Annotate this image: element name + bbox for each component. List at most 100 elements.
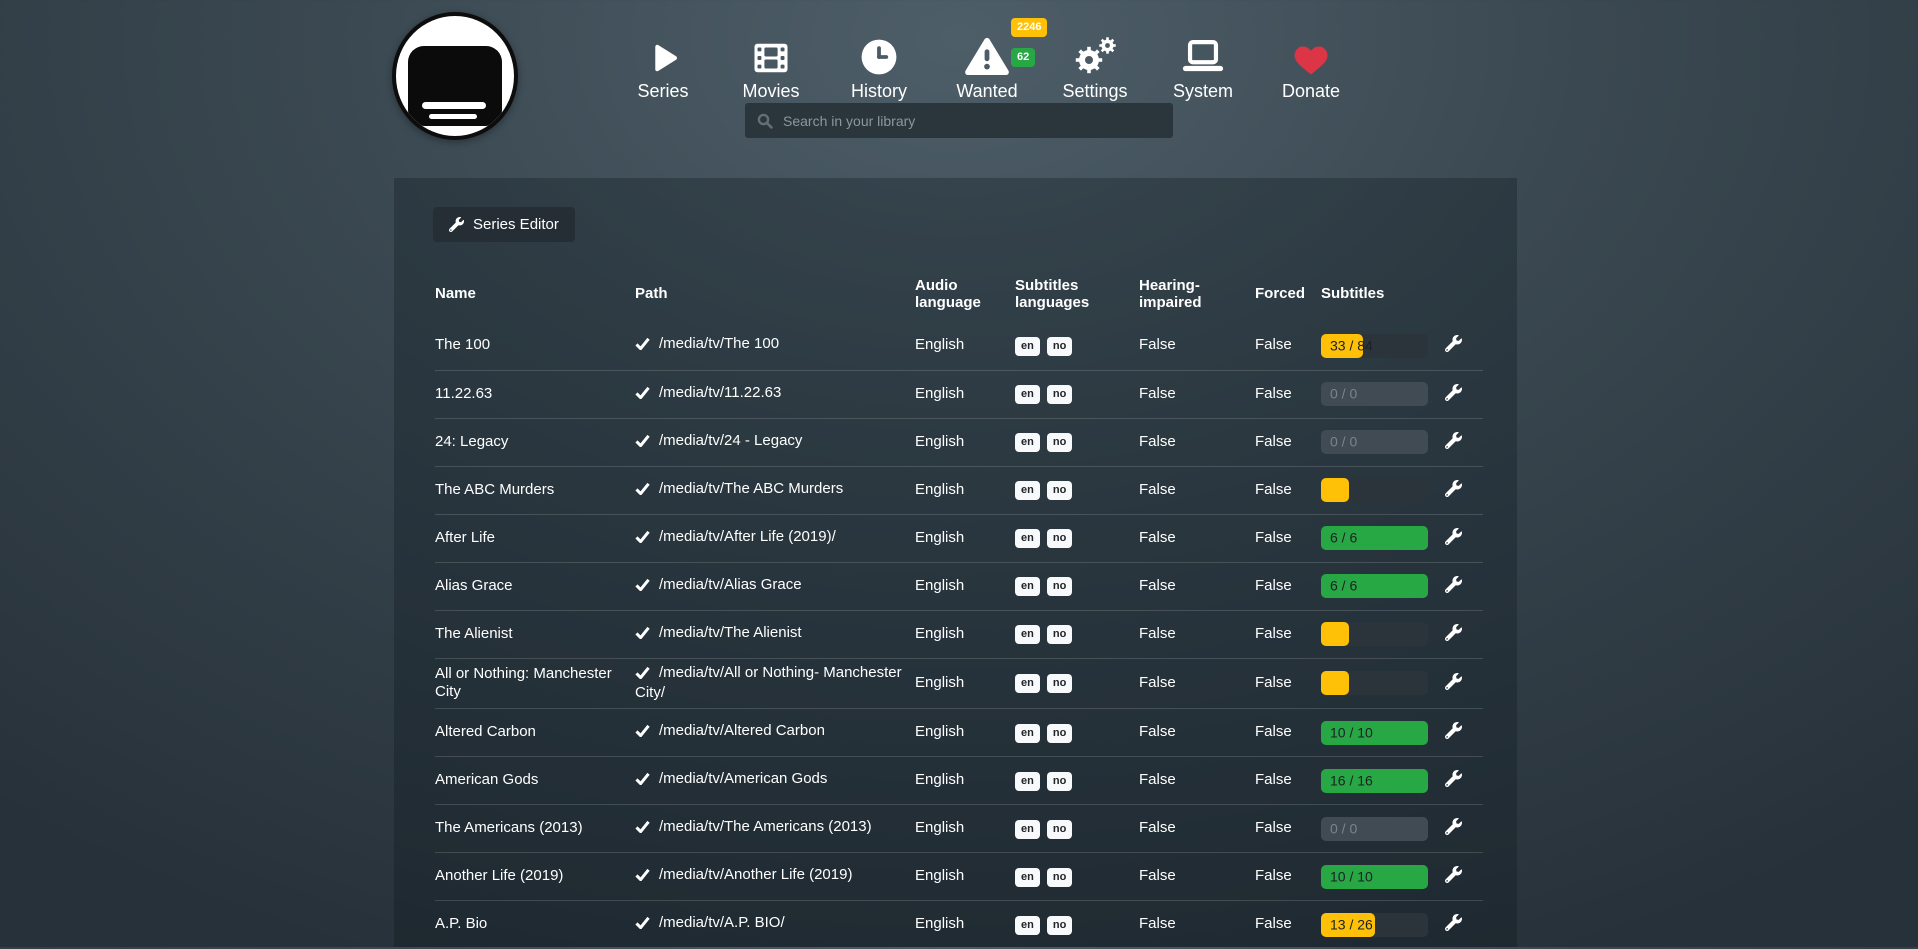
subtitle-language-badge[interactable]: no xyxy=(1047,625,1072,644)
logo-tv-icon xyxy=(408,46,502,126)
nav-item-wanted[interactable]: 2246 62 Wanted xyxy=(933,18,1041,100)
subtitle-language-badge[interactable]: en xyxy=(1015,820,1040,839)
edit-series-button[interactable] xyxy=(1443,333,1464,354)
nav-item-series[interactable]: Series xyxy=(609,18,717,100)
subtitle-language-badge[interactable]: en xyxy=(1015,385,1040,404)
subtitle-language-badge[interactable]: no xyxy=(1047,481,1072,500)
subtitle-language-badge[interactable]: en xyxy=(1015,868,1040,887)
subtitle-language-badge[interactable]: en xyxy=(1015,916,1040,935)
heart-icon xyxy=(1293,32,1329,76)
series-path: /media/tv/24 - Legacy xyxy=(659,432,802,449)
subtitles-progress-fill xyxy=(1321,622,1349,646)
subtitle-language-badge[interactable]: no xyxy=(1047,674,1072,693)
edit-series-button[interactable] xyxy=(1443,382,1464,403)
nav-label: Wanted xyxy=(956,82,1017,100)
subtitle-language-badge[interactable]: en xyxy=(1015,577,1040,596)
table-row: A.P. Bio /media/tv/A.P. BIO/ English enn… xyxy=(435,901,1483,949)
wanted-movies-badge: 62 xyxy=(1011,48,1035,67)
subtitle-language-badge[interactable]: en xyxy=(1015,772,1040,791)
subtitle-language-badge[interactable]: no xyxy=(1047,433,1072,452)
subtitle-language-badge[interactable]: en xyxy=(1015,625,1040,644)
subtitle-language-badge[interactable]: no xyxy=(1047,337,1072,356)
edit-series-button[interactable] xyxy=(1443,526,1464,547)
table-row: The Alienist /media/tv/The Alienist Engl… xyxy=(435,610,1483,658)
hearing-impaired-value: False xyxy=(1139,610,1255,658)
edit-series-button[interactable] xyxy=(1443,671,1464,692)
subtitle-language-badge[interactable]: no xyxy=(1047,916,1072,935)
forced-value: False xyxy=(1255,514,1321,562)
series-name: After Life xyxy=(435,514,635,562)
series-name: 11.22.63 xyxy=(435,370,635,418)
main-nav: Series xyxy=(609,18,1365,100)
warning-icon xyxy=(965,32,1009,76)
subtitle-language-badge[interactable]: no xyxy=(1047,724,1072,743)
search-input[interactable] xyxy=(783,113,1161,129)
series-editor-panel: Series Editor Name Path Audio language S… xyxy=(394,178,1517,947)
subtitle-language-badge[interactable]: en xyxy=(1015,674,1040,693)
series-editor-label: Series Editor xyxy=(473,216,559,233)
series-name: The ABC Murders xyxy=(435,466,635,514)
nav-label: System xyxy=(1173,82,1233,100)
audio-language: English xyxy=(915,562,1015,610)
edit-series-button[interactable] xyxy=(1443,430,1464,451)
subtitles-progress-label: 10 / 10 xyxy=(1330,868,1373,886)
nav-label: History xyxy=(851,82,907,100)
audio-language: English xyxy=(915,709,1015,757)
hearing-impaired-value: False xyxy=(1139,562,1255,610)
edit-series-button[interactable] xyxy=(1443,720,1464,741)
subtitles-progress-label: 0 / 0 xyxy=(1330,433,1357,451)
forced-value: False xyxy=(1255,805,1321,853)
series-path: /media/tv/Alias Grace xyxy=(659,576,802,593)
series-name: Another Life (2019) xyxy=(435,853,635,901)
series-name: The Alienist xyxy=(435,610,635,658)
subtitle-language-badge[interactable]: en xyxy=(1015,337,1040,356)
table-row: 24: Legacy /media/tv/24 - Legacy English… xyxy=(435,418,1483,466)
subtitle-language-badge[interactable]: en xyxy=(1015,481,1040,500)
edit-series-button[interactable] xyxy=(1443,912,1464,933)
hearing-impaired-value: False xyxy=(1139,514,1255,562)
series-path: /media/tv/American Gods xyxy=(659,770,827,787)
subtitle-language-badge[interactable]: en xyxy=(1015,724,1040,743)
app-logo[interactable] xyxy=(392,12,518,140)
nav-item-movies[interactable]: Movies xyxy=(717,18,825,100)
edit-series-button[interactable] xyxy=(1443,816,1464,837)
edit-series-button[interactable] xyxy=(1443,864,1464,885)
audio-language: English xyxy=(915,466,1015,514)
audio-language: English xyxy=(915,658,1015,709)
film-icon xyxy=(752,32,790,76)
hearing-impaired-value: False xyxy=(1139,370,1255,418)
nav-item-system[interactable]: System xyxy=(1149,18,1257,100)
table-row: American Gods /media/tv/American Gods En… xyxy=(435,757,1483,805)
library-search xyxy=(745,103,1173,138)
series-editor-button[interactable]: Series Editor xyxy=(433,207,575,242)
subtitle-language-badge[interactable]: no xyxy=(1047,577,1072,596)
audio-language: English xyxy=(915,322,1015,370)
subtitle-language-badge[interactable]: no xyxy=(1047,385,1072,404)
check-icon xyxy=(635,626,650,645)
subtitle-language-badge[interactable]: en xyxy=(1015,529,1040,548)
audio-language: English xyxy=(915,370,1015,418)
forced-value: False xyxy=(1255,853,1321,901)
audio-language: English xyxy=(915,853,1015,901)
subtitle-language-badge[interactable]: en xyxy=(1015,433,1040,452)
nav-item-history[interactable]: History xyxy=(825,18,933,100)
check-icon xyxy=(635,434,650,453)
edit-series-button[interactable] xyxy=(1443,768,1464,789)
subtitle-language-badge[interactable]: no xyxy=(1047,529,1072,548)
subtitle-language-badge[interactable]: no xyxy=(1047,772,1072,791)
subtitles-progress-label: 16 / 16 xyxy=(1330,772,1373,790)
subtitle-language-badge[interactable]: no xyxy=(1047,820,1072,839)
header-subtitles: Subtitles xyxy=(1321,266,1443,322)
edit-series-button[interactable] xyxy=(1443,478,1464,499)
edit-series-button[interactable] xyxy=(1443,574,1464,595)
series-name: Alias Grace xyxy=(435,562,635,610)
nav-item-settings[interactable]: Settings xyxy=(1041,18,1149,100)
hearing-impaired-value: False xyxy=(1139,322,1255,370)
hearing-impaired-value: False xyxy=(1139,709,1255,757)
series-name: A.P. Bio xyxy=(435,901,635,949)
audio-language: English xyxy=(915,757,1015,805)
subtitles-progress: 10 / 10 xyxy=(1321,865,1428,889)
edit-series-button[interactable] xyxy=(1443,622,1464,643)
subtitle-language-badge[interactable]: no xyxy=(1047,868,1072,887)
nav-item-donate[interactable]: Donate xyxy=(1257,18,1365,100)
